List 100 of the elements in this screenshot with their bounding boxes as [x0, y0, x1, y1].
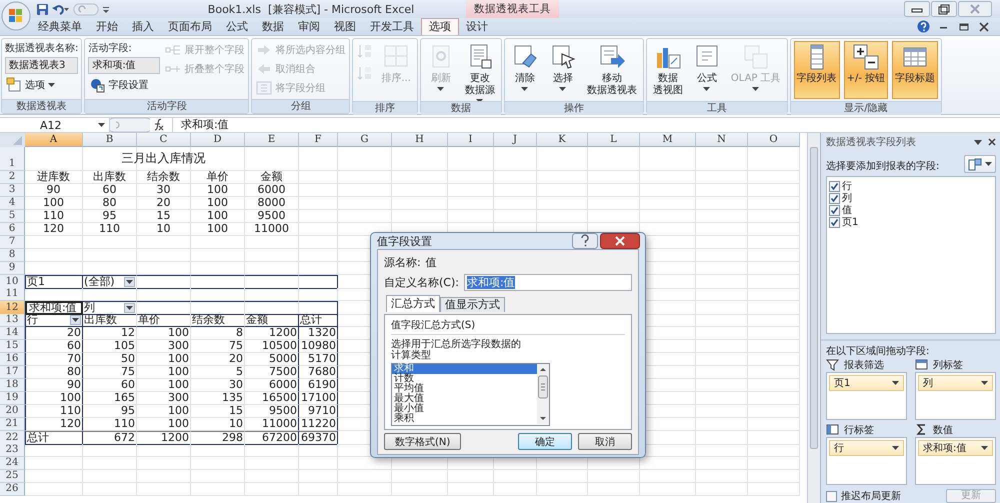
- column-header[interactable]: K: [537, 133, 588, 147]
- dialog-button[interactable]: 取消: [578, 433, 632, 450]
- ribbon-tab[interactable]: 设计: [459, 19, 495, 35]
- dialog-tab[interactable]: 汇总方式: [386, 295, 440, 312]
- area-field[interactable]: 页1: [829, 375, 904, 391]
- column-header[interactable]: O: [748, 133, 800, 147]
- list-option[interactable]: 求和: [392, 364, 537, 374]
- column-header[interactable]: B: [83, 133, 137, 147]
- caret-icon[interactable]: [892, 446, 899, 450]
- row-header[interactable]: 16: [0, 353, 25, 366]
- ribbon-button[interactable]: 选择: [546, 41, 580, 99]
- ribbon-button[interactable]: 清除: [508, 41, 542, 99]
- checkbox[interactable]: [829, 180, 840, 192]
- row-header[interactable]: 11: [0, 288, 25, 301]
- ribbon-tab[interactable]: 视图: [327, 19, 363, 35]
- column-header[interactable]: F: [299, 133, 338, 147]
- ribbon-button[interactable]: 数据 透视图: [650, 41, 686, 99]
- ribbon-button[interactable]: 移动 数据透视表: [584, 41, 640, 99]
- custom-name-field[interactable]: 求和项:值: [464, 274, 632, 291]
- close-icon[interactable]: [600, 233, 640, 249]
- minimize-icon[interactable]: [904, 1, 930, 17]
- layout-button[interactable]: [964, 155, 996, 174]
- list-option[interactable]: 最大值: [392, 394, 537, 404]
- area-field[interactable]: 列: [918, 375, 993, 391]
- ribbon-tab[interactable]: 公式: [219, 19, 255, 35]
- row-header[interactable]: 12: [0, 301, 25, 315]
- row-header[interactable]: 10: [0, 275, 25, 289]
- row-header[interactable]: 8: [0, 249, 25, 262]
- row-header[interactable]: 20: [0, 405, 25, 418]
- row-header[interactable]: 4: [0, 197, 25, 210]
- row-header[interactable]: 6: [0, 223, 25, 236]
- save-icon[interactable]: [36, 2, 49, 16]
- row-header[interactable]: 3: [0, 184, 25, 197]
- row-header[interactable]: 14: [0, 327, 25, 340]
- ribbon-button[interactable]: 字段列表: [794, 41, 840, 99]
- area-field[interactable]: 求和项:值: [918, 440, 993, 456]
- row-header[interactable]: 26: [0, 483, 25, 496]
- ribbon-tab[interactable]: 开始: [89, 19, 125, 35]
- row-header[interactable]: 18: [0, 379, 25, 392]
- row-header[interactable]: 17: [0, 366, 25, 379]
- caret-icon[interactable]: [981, 446, 988, 450]
- formula-field[interactable]: 求和项:值: [172, 118, 1000, 132]
- summary-listbox[interactable]: 求和 计数 平均值 最大值 最小值 乘积: [391, 363, 550, 426]
- row-header[interactable]: 15: [0, 340, 25, 353]
- list-option[interactable]: 平均值: [392, 384, 537, 394]
- ribbon-button[interactable]: +/- 按钮: [844, 41, 888, 99]
- dropdown-button[interactable]: [124, 303, 135, 313]
- ribbon-tab[interactable]: 页面布局: [161, 19, 219, 35]
- ribbon-button[interactable]: 字段标题: [892, 41, 938, 99]
- column-header[interactable]: I: [448, 133, 494, 147]
- caret-icon[interactable]: [98, 123, 105, 127]
- column-header[interactable]: M: [640, 133, 696, 147]
- column-header[interactable]: C: [137, 133, 191, 147]
- name-field[interactable]: 求和项:值: [88, 57, 160, 74]
- column-header[interactable]: A: [25, 133, 83, 147]
- ribbon-tab[interactable]: 审阅: [291, 19, 327, 35]
- ribbon-tab[interactable]: 开发工具: [363, 19, 421, 35]
- row-header[interactable]: 23: [0, 444, 25, 457]
- row-header[interactable]: 22: [0, 431, 25, 445]
- restore-icon[interactable]: [931, 1, 957, 17]
- row-header[interactable]: 1: [0, 147, 25, 171]
- column-header[interactable]: N: [696, 133, 748, 147]
- name-field[interactable]: 数据透视表3: [5, 57, 78, 74]
- close-icon[interactable]: [978, 20, 990, 32]
- list-option[interactable]: 计数: [392, 374, 537, 384]
- row-header[interactable]: 2: [0, 171, 25, 184]
- checkbox[interactable]: [829, 204, 840, 216]
- row-header[interactable]: 21: [0, 418, 25, 431]
- help-icon[interactable]: [917, 20, 930, 33]
- dropdown-button[interactable]: [70, 315, 81, 325]
- row-header[interactable]: 25: [0, 470, 25, 483]
- row-header[interactable]: 13: [0, 314, 25, 327]
- checkbox[interactable]: [829, 216, 840, 228]
- ribbon-button[interactable]: 公式: [690, 41, 724, 99]
- row-header[interactable]: 9: [0, 262, 25, 275]
- scrollbar-icon[interactable]: [537, 364, 549, 424]
- list-option[interactable]: 乘积: [392, 414, 537, 424]
- ribbon-tab[interactable]: 经典菜单: [31, 19, 89, 35]
- row-header[interactable]: 24: [0, 457, 25, 470]
- area-field[interactable]: 行: [829, 440, 904, 456]
- dialog-button[interactable]: 数字格式(N): [384, 433, 462, 450]
- ribbon-tab[interactable]: 选项: [421, 18, 459, 35]
- column-header[interactable]: G: [338, 133, 392, 147]
- column-header[interactable]: L: [588, 133, 640, 147]
- dropdown-button[interactable]: [124, 277, 135, 287]
- row-header[interactable]: 7: [0, 236, 25, 249]
- dialog-button[interactable]: 确定: [518, 433, 572, 450]
- help-icon[interactable]: [572, 233, 598, 249]
- column-header[interactable]: J: [494, 133, 537, 147]
- ribbon-tab[interactable]: 数据: [255, 19, 291, 35]
- pane-menu-icon[interactable]: [974, 138, 982, 146]
- dialog-tab[interactable]: 值显示方式: [440, 297, 505, 312]
- caret-icon[interactable]: [892, 381, 899, 385]
- checkbox[interactable]: [826, 490, 837, 502]
- column-header[interactable]: D: [191, 133, 245, 147]
- column-header[interactable]: H: [392, 133, 448, 147]
- row-header[interactable]: 5: [0, 210, 25, 223]
- undo-icon[interactable]: [52, 2, 70, 16]
- ribbon-button[interactable]: 选项: [5, 76, 78, 93]
- restore-icon[interactable]: [958, 20, 970, 32]
